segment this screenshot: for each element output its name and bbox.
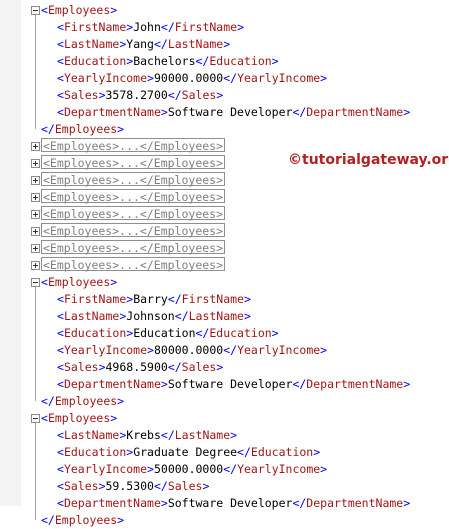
expand-toggle-icon[interactable] xyxy=(31,210,40,219)
tag-name: YearlyIncome xyxy=(63,343,148,357)
tag-name: Sales xyxy=(63,479,99,493)
element-value: Yang xyxy=(126,37,154,51)
element-value: Education xyxy=(133,326,196,340)
expand-toggle-icon[interactable] xyxy=(31,261,40,270)
tag-name: DepartmentName xyxy=(63,496,161,510)
element-value: Johnson xyxy=(126,309,175,323)
tag-name: DepartmentName xyxy=(306,105,404,119)
tag-name: Employees xyxy=(54,513,118,527)
watermark-text: ©tutorialgateway.org xyxy=(288,152,449,168)
tag-name: LastName xyxy=(63,309,120,323)
collapse-toggle-icon[interactable] xyxy=(31,278,40,287)
element-value: Barry xyxy=(133,292,168,306)
tag-name: FirstName xyxy=(63,20,127,34)
expand-toggle-icon[interactable] xyxy=(31,176,40,185)
element-value: Krebs xyxy=(126,428,161,442)
tag-name: Employees xyxy=(47,411,111,425)
collapsed-region[interactable]: <Employees>...</Employees> xyxy=(41,223,226,238)
tag-name: LastName xyxy=(63,428,120,442)
tag-name: Sales xyxy=(63,360,99,374)
tag-name: Education xyxy=(63,445,127,459)
tag-name: DepartmentName xyxy=(63,377,161,391)
element-value: 3578.2700 xyxy=(105,88,168,102)
outline-guide xyxy=(35,15,36,129)
element-value: Software Developer xyxy=(167,105,293,119)
tag-name: DepartmentName xyxy=(306,377,404,391)
tag-name: DepartmentName xyxy=(63,105,161,119)
tag-name: Sales xyxy=(181,88,217,102)
tag-name: FirstName xyxy=(174,20,238,34)
tag-name: Sales xyxy=(63,88,99,102)
tag-name: Sales xyxy=(181,360,217,374)
tag-name: DepartmentName xyxy=(306,496,404,510)
element-value: 59.5300 xyxy=(105,479,154,493)
tag-name: Sales xyxy=(167,479,203,493)
tag-name: Employees xyxy=(47,275,111,289)
element-value: 80000.0000 xyxy=(153,343,224,357)
tag-name: LastName xyxy=(167,37,224,51)
element-value: Software Developer xyxy=(167,377,293,391)
tag-name: Education xyxy=(63,326,127,340)
tag-name: LastName xyxy=(174,428,231,442)
expand-toggle-icon[interactable] xyxy=(31,244,40,253)
element-value: 90000.0000 xyxy=(153,71,224,85)
expand-toggle-icon[interactable] xyxy=(31,142,40,151)
tag-name: YearlyIncome xyxy=(237,462,321,476)
xml-editor[interactable]: <Employees> <FirstName>John</FirstName> <L… xyxy=(0,0,449,527)
collapsed-region[interactable]: <Employees>...</Employees> xyxy=(41,155,226,170)
tag-name: YearlyIncome xyxy=(237,343,321,357)
tag-name: Education xyxy=(209,326,272,340)
tag-name: Education xyxy=(63,54,127,68)
expand-toggle-icon[interactable] xyxy=(31,193,40,202)
tag-name: Education xyxy=(209,54,272,68)
tag-name: LastName xyxy=(188,309,244,323)
tag-name: Employees xyxy=(54,122,118,136)
tag-name: YearlyIncome xyxy=(63,462,148,476)
element-value: Bachelors xyxy=(133,54,196,68)
tag-name: YearlyIncome xyxy=(63,71,148,85)
element-value: 50000.0000 xyxy=(153,462,224,476)
outline-guide xyxy=(35,287,36,401)
tag-name: Education xyxy=(250,445,314,459)
tag-name: FirstName xyxy=(181,292,244,306)
element-value: Graduate Degree xyxy=(133,445,238,459)
tag-name: Employees xyxy=(54,394,118,408)
outline-guide xyxy=(35,423,36,520)
element-value: 4968.5900 xyxy=(105,360,168,374)
collapse-toggle-icon[interactable] xyxy=(31,414,40,423)
collapsed-region[interactable]: <Employees>...</Employees> xyxy=(41,138,226,153)
collapsed-region[interactable]: <Employees>...</Employees> xyxy=(41,172,226,187)
collapse-toggle-icon[interactable] xyxy=(31,6,40,15)
collapsed-region[interactable]: <Employees>...</Employees> xyxy=(41,257,226,272)
expand-toggle-icon[interactable] xyxy=(31,159,40,168)
element-value: Software Developer xyxy=(167,496,293,510)
collapsed-region[interactable]: <Employees>...</Employees> xyxy=(41,206,226,221)
tag-name: LastName xyxy=(63,37,120,51)
collapsed-region[interactable]: <Employees>...</Employees> xyxy=(41,189,226,204)
element-value: John xyxy=(133,20,161,34)
editor-gutter xyxy=(0,0,21,506)
collapsed-region[interactable]: <Employees>...</Employees> xyxy=(41,240,226,255)
expand-toggle-icon[interactable] xyxy=(31,227,40,236)
tag-name: YearlyIncome xyxy=(237,71,321,85)
tag-name: FirstName xyxy=(63,292,127,306)
tag-name: Employees xyxy=(47,3,111,17)
